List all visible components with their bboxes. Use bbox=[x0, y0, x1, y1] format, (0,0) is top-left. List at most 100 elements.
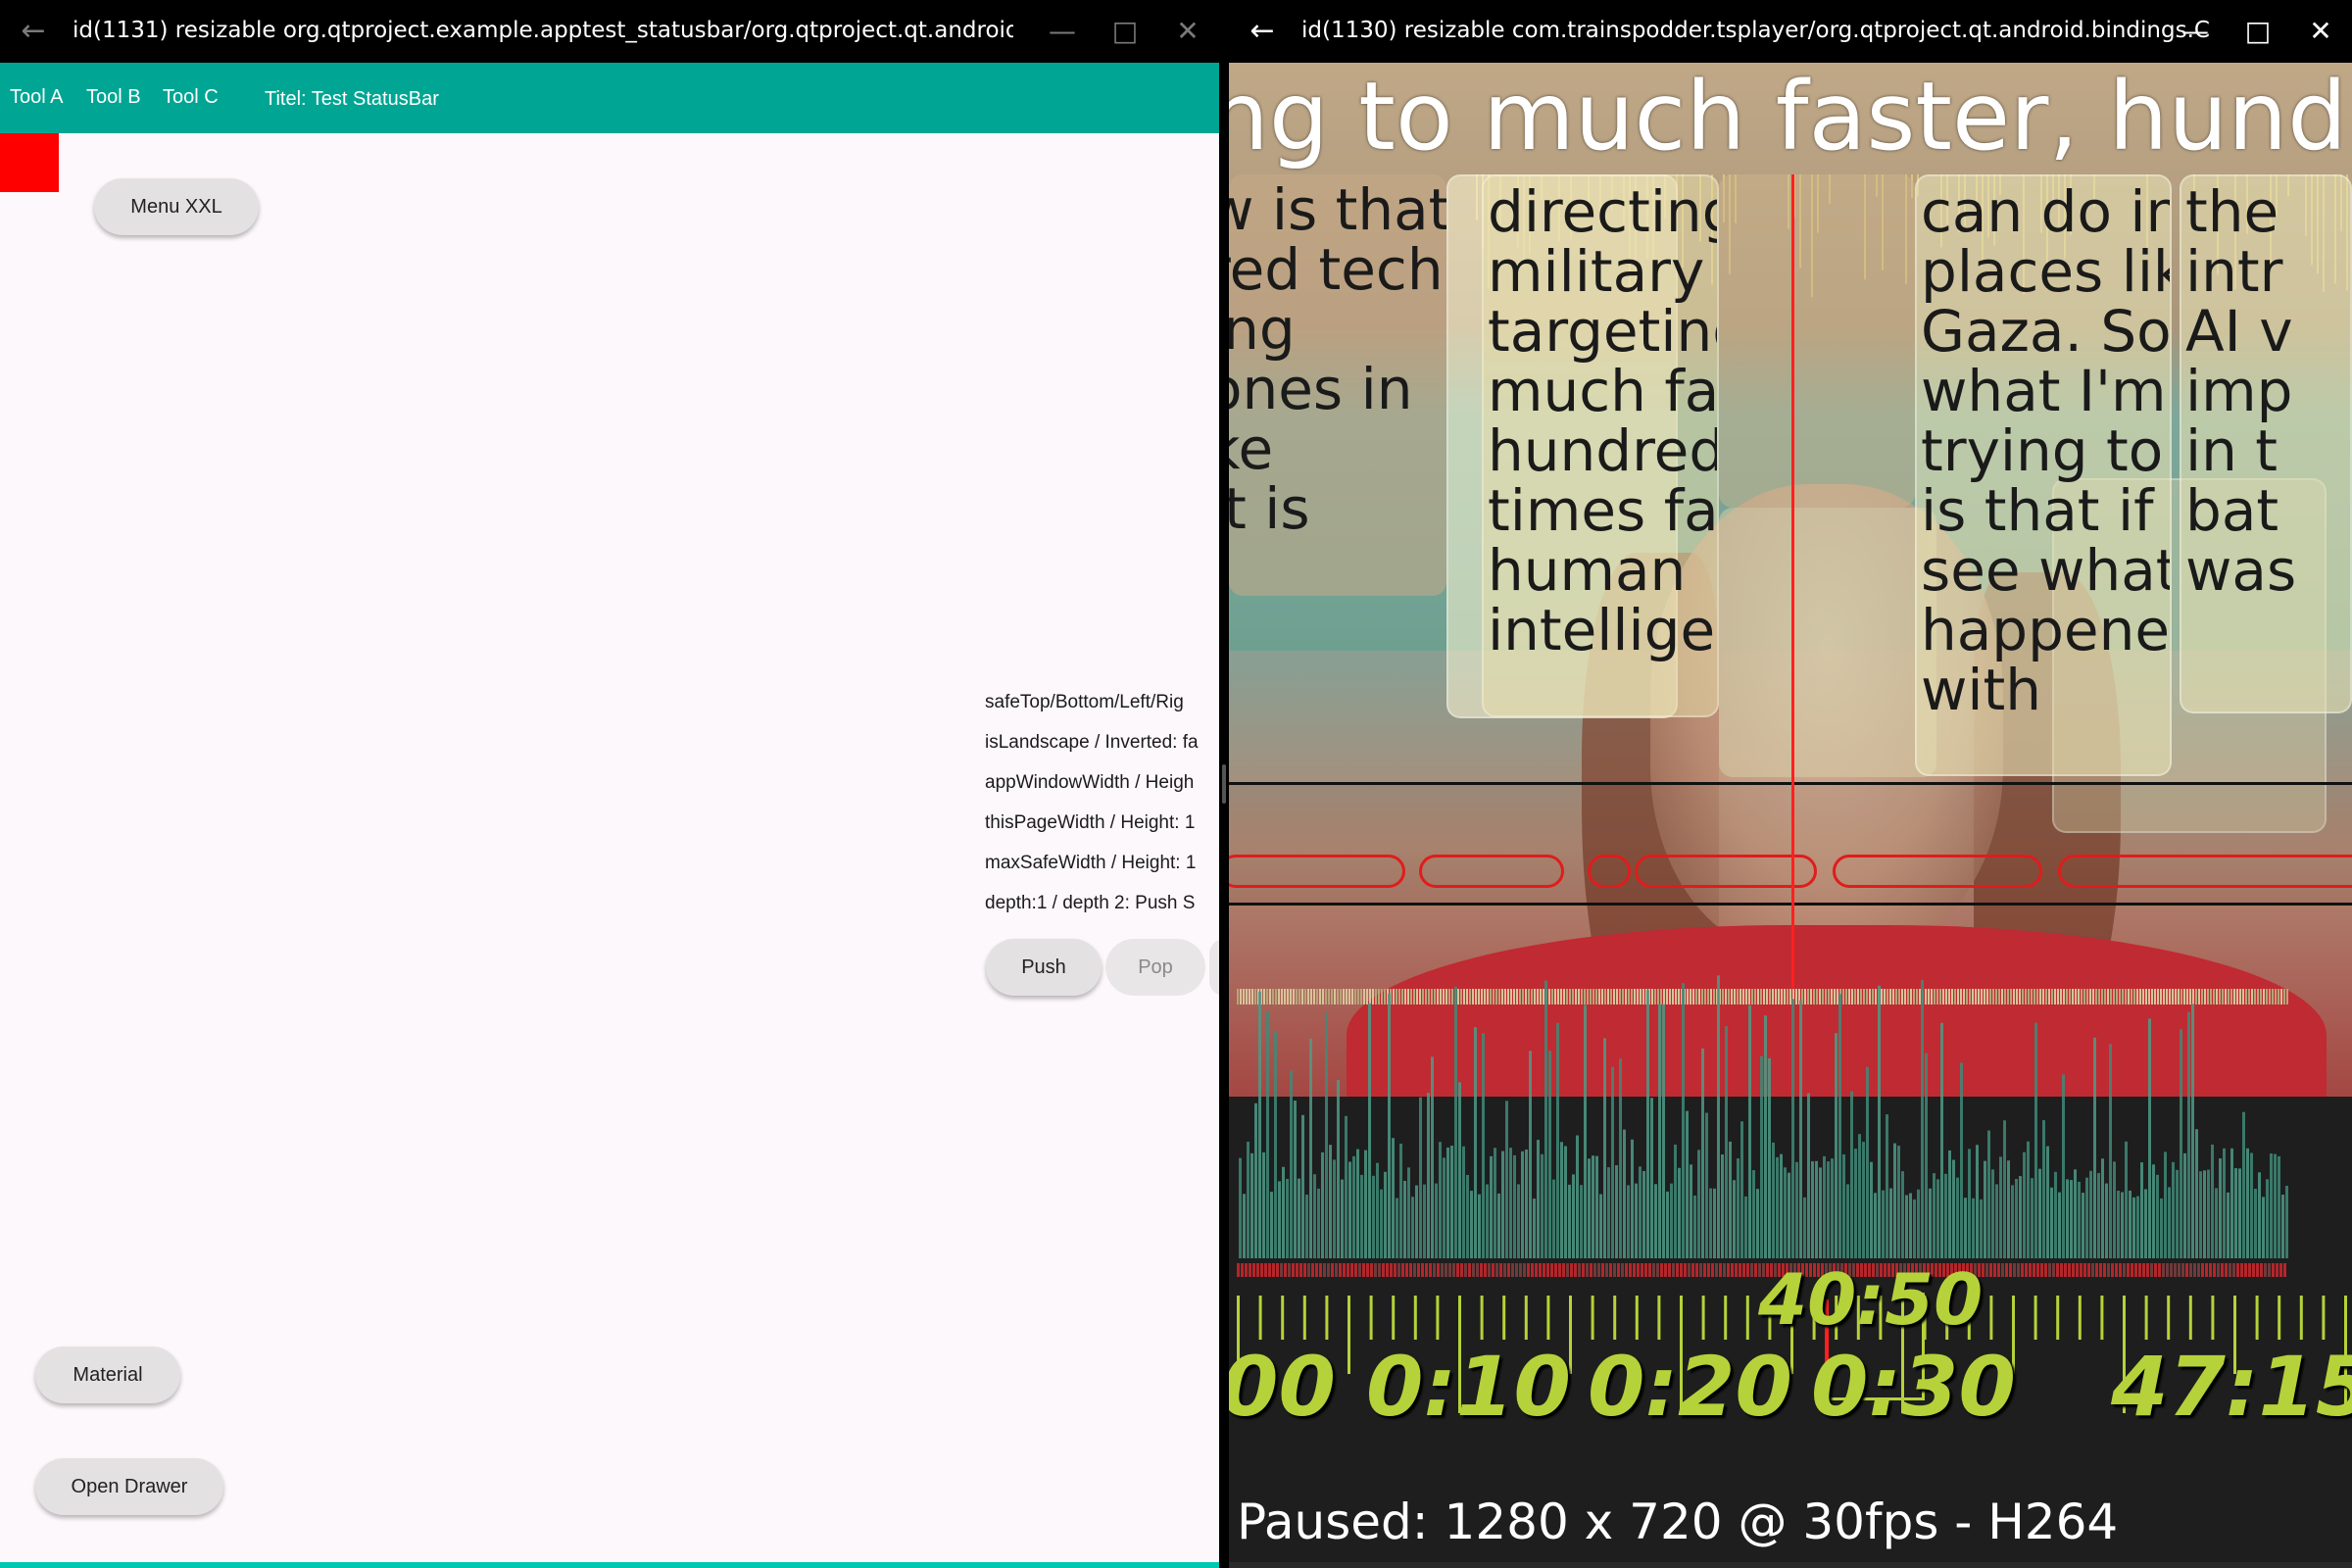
density-tick bbox=[1495, 1263, 1498, 1277]
waveform-bar bbox=[1470, 1191, 1473, 1258]
density-tick bbox=[2111, 1263, 2114, 1277]
density-tick bbox=[1382, 1263, 1385, 1277]
density-tick bbox=[1993, 1263, 1996, 1277]
density-tick bbox=[2021, 1263, 2024, 1277]
waveform-bar bbox=[1396, 1198, 1398, 1258]
density-tick bbox=[2123, 1263, 2126, 1277]
video-player[interactable]: ng to much faster, hundred w is thatred … bbox=[1229, 63, 2352, 1568]
waveform-bar bbox=[2089, 1170, 2092, 1258]
time-label: 0:10 bbox=[1366, 1339, 1571, 1435]
info-depth: depth:1 / depth 2: Push S bbox=[985, 893, 1196, 913]
waveform-bar bbox=[1352, 1155, 1355, 1258]
close-icon[interactable]: ✕ bbox=[2303, 14, 2338, 49]
tool-b-button[interactable]: Tool B bbox=[86, 86, 141, 109]
waveform-bar bbox=[1686, 1110, 1689, 1258]
density-tick bbox=[1637, 1263, 1640, 1277]
waveform-bar bbox=[1784, 1167, 1787, 1258]
subtitle-line: military bbox=[1488, 238, 1705, 305]
open-drawer-button[interactable]: Open Drawer bbox=[35, 1458, 223, 1515]
subtitle-card-active[interactable]: directingmilitarytargeting tomuch faster… bbox=[1482, 174, 1719, 717]
subtitle-line: places like bbox=[1921, 238, 2170, 305]
waveform-bar bbox=[1494, 1148, 1496, 1258]
density-tick bbox=[1507, 1263, 1510, 1277]
waveform-bar bbox=[2132, 1197, 2135, 1258]
subtitle-segment[interactable] bbox=[1588, 855, 1631, 888]
waveform-bar bbox=[1964, 1198, 1967, 1258]
density-tick bbox=[2131, 1263, 2133, 1277]
ruler-tick bbox=[1302, 1296, 1306, 1340]
waveform-bar bbox=[1505, 1101, 1508, 1258]
menu-xxl-button[interactable]: Menu XXL bbox=[94, 178, 259, 235]
density-tick bbox=[1590, 1263, 1592, 1277]
minimize-icon[interactable]: — bbox=[2178, 14, 2213, 49]
tsplayer-window: ← id(1130) resizable com.trainspodder.ts… bbox=[1229, 0, 2352, 1568]
density-tick bbox=[1437, 1263, 1440, 1277]
total-duration: 47:15 bbox=[2111, 1339, 2352, 1435]
density-tick bbox=[2068, 1263, 2071, 1277]
subtitle-card[interactable]: w is thatred techingones inke It is bbox=[1229, 174, 1446, 596]
density-tick bbox=[2150, 1263, 2153, 1277]
waveform-bar bbox=[1466, 1174, 1469, 1258]
density-tick bbox=[1311, 1263, 1314, 1277]
waveform-bar bbox=[2062, 1074, 2065, 1258]
density-tick bbox=[1601, 1263, 1604, 1277]
density-tick bbox=[1323, 1263, 1326, 1277]
waveform-bar bbox=[1509, 1148, 1512, 1258]
subtitle-card-far[interactable]: the intr AI v imp in t bat was bbox=[2180, 174, 2352, 713]
waveform-bar bbox=[1791, 999, 1794, 1258]
density-tick bbox=[1327, 1263, 1330, 1277]
density-tick bbox=[1539, 1263, 1542, 1277]
pop-button[interactable]: Pop bbox=[1105, 939, 1205, 996]
clipped-button[interactable] bbox=[1209, 939, 1219, 996]
subtitle-segment[interactable] bbox=[1833, 855, 2042, 888]
back-arrow-icon[interactable]: ← bbox=[1245, 14, 1280, 49]
density-tick bbox=[1413, 1263, 1416, 1277]
waveform-bar bbox=[1991, 1169, 1994, 1258]
playhead-line[interactable] bbox=[1791, 174, 1794, 988]
waveform-bar bbox=[1537, 1140, 1540, 1258]
audio-waveform[interactable] bbox=[1229, 945, 2352, 1258]
waveform-bar bbox=[1933, 1173, 1936, 1258]
subtitle-line: was bbox=[2185, 537, 2297, 604]
back-arrow-icon[interactable]: ← bbox=[16, 14, 51, 49]
material-button[interactable]: Material bbox=[35, 1347, 180, 1403]
waveform-bar bbox=[1952, 1159, 1955, 1258]
density-tick bbox=[1280, 1263, 1283, 1277]
density-tick bbox=[1715, 1263, 1718, 1277]
subtitle-segment[interactable] bbox=[1419, 855, 1564, 888]
maximize-icon[interactable]: □ bbox=[2240, 14, 2276, 49]
waveform-bar bbox=[1258, 991, 1261, 1258]
waveform-bar bbox=[1603, 1038, 1606, 1258]
tool-a-button[interactable]: Tool A bbox=[10, 86, 63, 109]
density-tick bbox=[1503, 1263, 1506, 1277]
density-tick bbox=[1484, 1263, 1487, 1277]
density-tick bbox=[1237, 1263, 1240, 1277]
waveform-bar bbox=[2034, 1022, 2037, 1258]
density-tick bbox=[2040, 1263, 2043, 1277]
waveform-bar bbox=[1760, 1055, 1763, 1258]
close-icon[interactable]: ✕ bbox=[1170, 14, 1205, 49]
right-window-titlebar: ← id(1130) resizable com.trainspodder.ts… bbox=[1229, 0, 2352, 63]
density-tick bbox=[2095, 1263, 2098, 1277]
info-app-window-size: appWindowWidth / Heigh bbox=[985, 772, 1195, 793]
waveform-bar bbox=[1693, 1195, 1696, 1258]
waveform-bar bbox=[1772, 1142, 1775, 1258]
density-tick bbox=[2076, 1263, 2079, 1277]
ruler-tick bbox=[2299, 1296, 2303, 1340]
waveform-bar bbox=[1584, 1004, 1587, 1258]
subtitle-segment[interactable] bbox=[1229, 855, 1405, 888]
subtitle-line: hundreds of bbox=[1488, 417, 1717, 484]
left-window-titlebar: ← id(1131) resizable org.qtproject.examp… bbox=[0, 0, 1219, 63]
tool-c-button[interactable]: Tool C bbox=[163, 86, 219, 109]
push-button[interactable]: Push bbox=[986, 939, 1102, 996]
density-tick bbox=[1719, 1263, 1722, 1277]
subtitle-segment[interactable] bbox=[2058, 855, 2352, 888]
subtitle-segment[interactable] bbox=[1635, 855, 1817, 888]
density-tick bbox=[2170, 1263, 2173, 1277]
waveform-bar bbox=[1513, 1154, 1516, 1258]
subtitle-card-next[interactable]: can do inplaces likeGaza. Sowhat I'mtryi… bbox=[1915, 174, 2172, 776]
ruler-tick bbox=[1989, 1296, 1993, 1340]
divider-handle[interactable] bbox=[1222, 764, 1226, 804]
minimize-icon[interactable]: — bbox=[1045, 14, 1080, 49]
maximize-icon[interactable]: □ bbox=[1107, 14, 1143, 49]
